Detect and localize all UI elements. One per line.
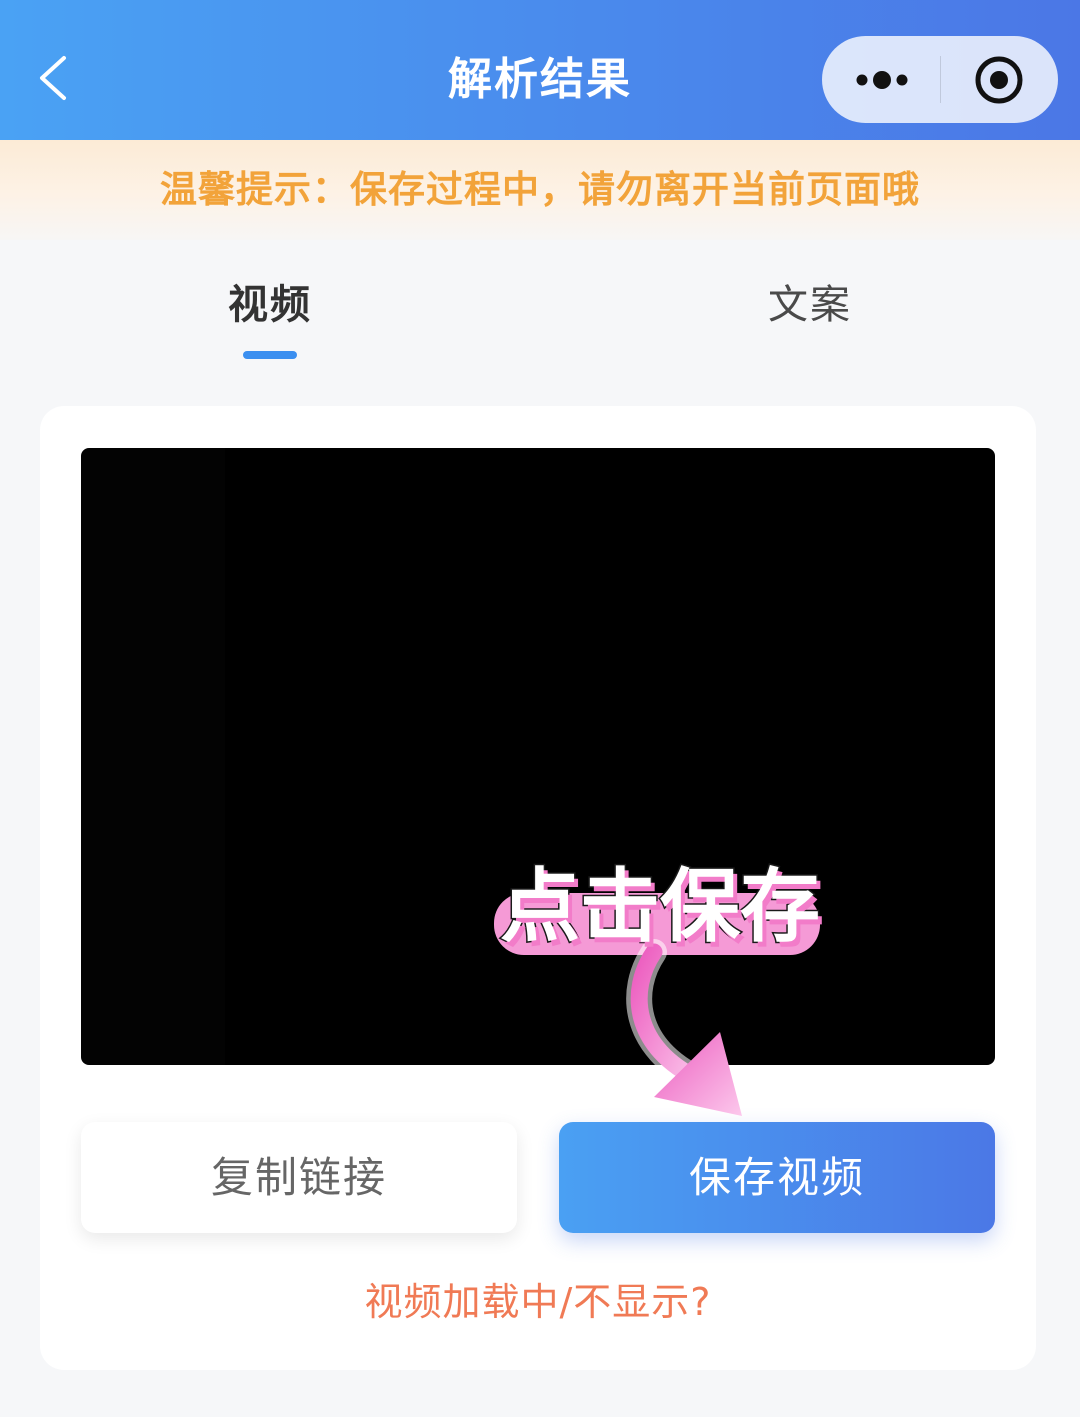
close-miniprogram-button[interactable] xyxy=(941,36,1058,123)
tab-bar: 视频 文案 xyxy=(0,240,1080,400)
notice-banner: 温馨提示：保存过程中，请勿离开当前页面哦 xyxy=(0,140,1080,240)
nav-header: 解析结果 xyxy=(0,0,1080,140)
tab-label: 视频 xyxy=(228,282,312,328)
video-help-link[interactable]: 视频加载中/不显示? xyxy=(40,1277,1036,1327)
notice-text: 温馨提示：保存过程中，请勿离开当前页面哦 xyxy=(160,168,920,211)
result-card: 复制链接 保存视频 视频加载中/不显示? xyxy=(40,406,1036,1370)
copy-link-button[interactable]: 复制链接 xyxy=(81,1122,517,1233)
more-dots-icon xyxy=(856,71,908,89)
tab-label: 文案 xyxy=(768,282,852,328)
video-player[interactable] xyxy=(81,448,995,1065)
record-circle-icon xyxy=(975,56,1023,104)
tab-copywriting[interactable]: 文案 xyxy=(540,240,1080,370)
more-button[interactable] xyxy=(822,36,940,123)
save-video-button[interactable]: 保存视频 xyxy=(559,1122,995,1233)
tab-video[interactable]: 视频 xyxy=(0,240,540,370)
miniprogram-capsule xyxy=(822,36,1058,123)
tab-indicator xyxy=(243,351,297,359)
